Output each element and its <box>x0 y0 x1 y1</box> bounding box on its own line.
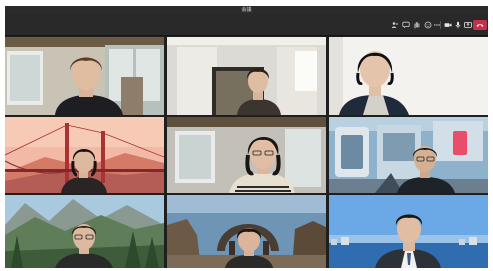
share-icon[interactable] <box>464 21 472 29</box>
participant-video-1 <box>5 37 164 115</box>
meeting-toolbar <box>5 14 488 36</box>
participant-video-3 <box>329 37 488 115</box>
participant-tile-9[interactable] <box>329 195 488 268</box>
participant-video-9 <box>329 195 488 268</box>
leave-call-button[interactable] <box>473 20 487 30</box>
chat-icon[interactable] <box>402 21 410 29</box>
participant-video-8 <box>167 195 326 268</box>
reactions-icon[interactable] <box>424 21 432 29</box>
participant-tile-8[interactable] <box>167 195 326 268</box>
people-icon[interactable] <box>391 21 399 29</box>
raise-hand-icon[interactable] <box>413 21 421 29</box>
window-title: 会議 <box>241 7 252 13</box>
participant-video-5 <box>167 117 326 193</box>
participant-tile-1[interactable] <box>5 37 164 115</box>
participant-video-2 <box>167 37 326 115</box>
meeting-window: 会議 <box>5 6 488 268</box>
participant-tile-2[interactable] <box>167 37 326 115</box>
participant-tile-5[interactable] <box>167 117 326 193</box>
participant-video-6 <box>329 117 488 193</box>
participant-video-4 <box>5 117 164 193</box>
toolbar-divider <box>440 21 441 29</box>
participant-tile-3[interactable] <box>329 37 488 115</box>
participant-video-7 <box>5 195 164 268</box>
participant-tile-4[interactable] <box>5 117 164 193</box>
participant-tile-7[interactable] <box>5 195 164 268</box>
mic-icon[interactable] <box>454 21 462 29</box>
camera-icon[interactable] <box>444 21 452 29</box>
leave-call-icon <box>476 24 484 27</box>
participant-tile-6[interactable] <box>329 117 488 193</box>
video-grid <box>5 37 488 268</box>
title-bar: 会議 <box>5 6 488 14</box>
